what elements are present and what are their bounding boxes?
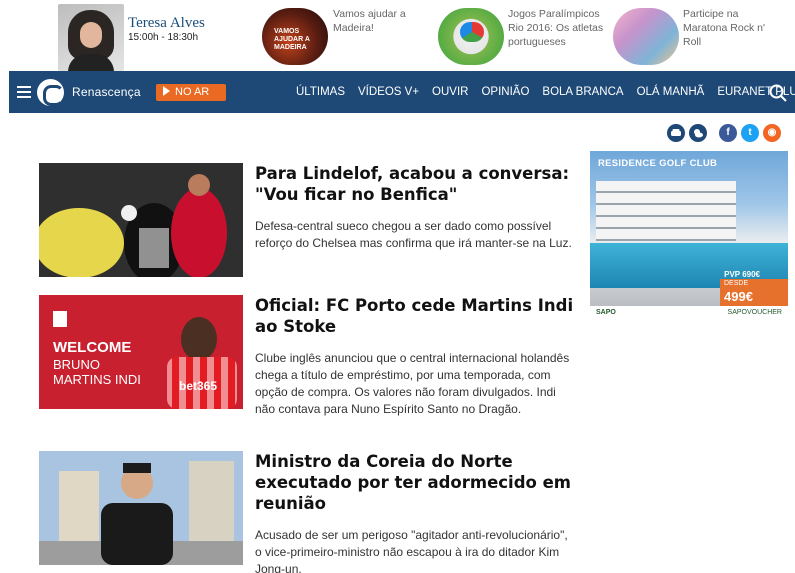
- play-icon: [163, 86, 170, 96]
- host-photo[interactable]: [58, 4, 124, 71]
- nav-link-ola-manha[interactable]: OLÁ MANHÃ: [637, 86, 705, 98]
- promo-text-madeira[interactable]: Vamos ajudar a Madeira!: [333, 7, 443, 35]
- promo-thumb-madeira[interactable]: VAMOS AJUDAR A MADEIRA: [262, 8, 328, 65]
- ad-title: RESIDENCE GOLF CLUB: [598, 158, 718, 169]
- promo-thumb-marathon[interactable]: [613, 8, 679, 65]
- article-title[interactable]: Oficial: FC Porto cede Martins Indi ao S…: [255, 295, 575, 337]
- article-item: Ministro da Coreia do Norte executado po…: [39, 451, 571, 573]
- rss-icon[interactable]: ◉: [763, 124, 781, 142]
- share-separator: [711, 124, 715, 142]
- article-description: Clube inglês anunciou que o central inte…: [255, 351, 570, 416]
- nav-link-bola-branca[interactable]: BOLA BRANCA: [542, 86, 623, 98]
- article-thumbnail-stoke[interactable]: WELCOME BRUNO MARTINS INDI bet365: [39, 295, 243, 409]
- promo-thumb-paralympics[interactable]: [438, 8, 504, 65]
- host-name[interactable]: Teresa Alves: [128, 15, 205, 32]
- ad-building: [596, 181, 736, 241]
- live-button[interactable]: NO AR: [156, 84, 226, 101]
- article-thumbnail-korea[interactable]: [39, 451, 243, 565]
- article-title[interactable]: Para Lindelof, acabou a conversa: "Vou f…: [255, 163, 575, 205]
- renascenca-logo-icon[interactable]: [37, 79, 64, 106]
- article-description: Defesa-central sueco chegou a ser dado c…: [255, 219, 572, 250]
- thumb-welcome: WELCOME: [53, 339, 132, 356]
- rio2016-logo: [460, 22, 484, 42]
- promo-text-paralympics[interactable]: Jogos Paralímpicos Rio 2016: Os atletas …: [508, 7, 618, 49]
- article-item: Para Lindelof, acabou a conversa: "Vou f…: [39, 163, 572, 277]
- promo-text-marathon[interactable]: Participe na Maratona Rock n' Roll: [683, 7, 783, 49]
- article-thumbnail-football[interactable]: [39, 163, 243, 277]
- search-icon[interactable]: [769, 84, 787, 102]
- thumb-name-line1: BRUNO: [53, 357, 100, 372]
- nav-link-videos[interactable]: VÍDEOS V+: [358, 86, 419, 98]
- article-item: WELCOME BRUNO MARTINS INDI bet365 Oficia…: [39, 295, 573, 435]
- weather-icon[interactable]: [689, 124, 707, 142]
- share-icons: f t ◉: [667, 124, 781, 142]
- ad-old-price: PVP 690€: [724, 270, 760, 279]
- thumb-sponsor: bet365: [179, 379, 218, 393]
- ad-from-label: DESDE: [724, 280, 749, 287]
- ad-price: 499€: [724, 289, 753, 304]
- menu-icon[interactable]: [17, 86, 31, 98]
- host-face: [80, 22, 102, 48]
- nav-link-ultimas[interactable]: ÚLTIMAS: [296, 86, 345, 98]
- sapo-voucher-logo: SAPOVOUCHER: [727, 309, 782, 316]
- host-hours: 15:00h - 18:30h: [128, 32, 199, 43]
- ad-price-box: DESDE 499€: [720, 279, 788, 307]
- nav-links: ÚLTIMAS VÍDEOS V+ OUVIR OPINIÃO BOLA BRA…: [296, 71, 795, 113]
- ad-banner[interactable]: RESIDENCE GOLF CLUB PVP 690€ DESDE 499€ …: [590, 151, 788, 316]
- promo-thumb-text: VAMOS AJUDAR A MADEIRA: [274, 28, 310, 51]
- car-icon[interactable]: [667, 124, 685, 142]
- nav-link-opiniao[interactable]: OPINIÃO: [481, 86, 529, 98]
- twitter-icon[interactable]: t: [741, 124, 759, 142]
- nav-link-ouvir[interactable]: OUVIR: [432, 86, 468, 98]
- article-description: Acusado de ser um perigoso "agitador ant…: [255, 528, 568, 573]
- top-strip: Teresa Alves 15:00h - 18:30h VAMOS AJUDA…: [0, 0, 795, 71]
- facebook-icon[interactable]: f: [719, 124, 737, 142]
- thumb-name-line2: MARTINS INDI: [53, 372, 141, 387]
- sapo-logo: SAPO: [596, 309, 616, 316]
- main-nav: Renascença NO AR ÚLTIMAS VÍDEOS V+ OUVIR…: [9, 71, 795, 113]
- article-title[interactable]: Ministro da Coreia do Norte executado po…: [255, 451, 575, 514]
- live-label: NO AR: [175, 86, 210, 98]
- brand-name[interactable]: Renascença: [72, 85, 141, 99]
